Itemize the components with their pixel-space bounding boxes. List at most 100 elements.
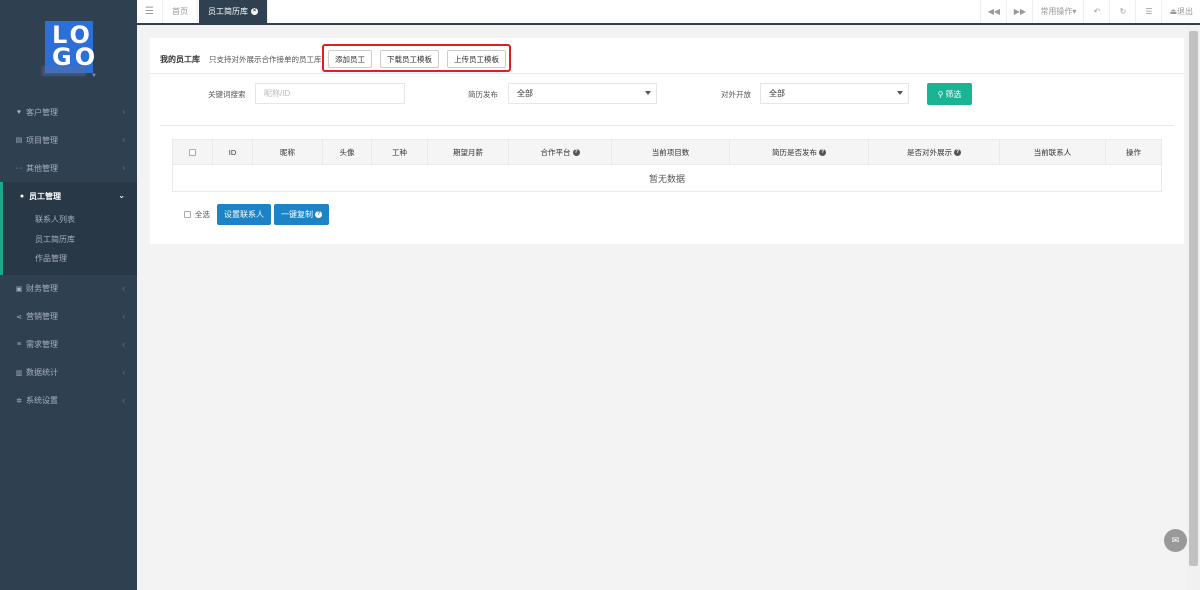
heart-icon: ♥ — [16, 108, 22, 116]
top-bar-actions: ◀◀ ▶▶ 常用操作▾ ↶ ↻ ☰ ⏏退出 — [980, 0, 1200, 23]
sidebar-subitem-resumes[interactable]: 员工简历库 — [3, 230, 137, 250]
select-all-label: 全选 — [195, 210, 210, 219]
chat-icon[interactable]: ✉ — [1164, 529, 1187, 552]
sidebar-group-staff: ● 员工管理 ⌄ 联系人列表 员工简历库 作品管理 — [0, 182, 137, 275]
sidebar-item-marketing[interactable]: ⋖ 营销管理 ‹ — [0, 303, 137, 331]
share-icon: ⋖ — [16, 313, 22, 321]
bar-chart-icon: ▥ — [15, 369, 23, 377]
gear-icon: ✲ — [16, 397, 22, 405]
bulk-actions: 全选 设置联系人 一键复制 ? — [184, 204, 329, 225]
column-header: 操作 — [1126, 148, 1141, 157]
checkbox[interactable] — [184, 211, 191, 218]
table-header: ID 昵称 头像 工种 期望月薪 合作平台? 当前项目数 简历是否发布? 是否对… — [173, 140, 1161, 165]
download-template-button[interactable]: 下载员工模板 — [380, 50, 439, 68]
scroll-tabs-left-button[interactable]: ◀◀ — [980, 0, 1006, 23]
content-panel: 我的员工库 只支持对外展示合作接单的员工库 添加员工 下载员工模板 上传员工模板… — [150, 38, 1184, 244]
fullscreen-button[interactable]: ☰ — [1135, 0, 1161, 23]
resume-publish-value: 全部 — [517, 89, 533, 98]
tab-label: 首页 — [172, 7, 188, 16]
column-header: ID — [213, 140, 253, 165]
tab-home[interactable]: 首页 — [163, 0, 198, 23]
caret-down-icon — [645, 91, 651, 95]
sidebar-item-label: 财务管理 — [26, 284, 58, 293]
sidebar-item-label: 其他管理 — [26, 163, 58, 173]
column-header-label: 是否对外展示 — [907, 148, 952, 157]
scroll-tabs-right-button[interactable]: ▶▶ — [1006, 0, 1032, 23]
column-header-label: 简历是否发布 — [772, 148, 817, 157]
help-icon[interactable]: ? — [819, 149, 826, 156]
logo-line-2: GO — [52, 43, 99, 71]
chevron-left-icon: ‹ — [122, 135, 125, 144]
sidebar-subitem-contacts[interactable]: 联系人列表 — [3, 210, 137, 230]
sidebar-item-label: 员工管理 — [29, 191, 61, 201]
help-icon: ? — [315, 211, 322, 218]
keyword-input[interactable]: 昵称/ID — [255, 83, 405, 104]
column-header-display: 是否对外展示? — [869, 140, 1000, 165]
briefcase-icon: ▤ — [15, 137, 23, 144]
caret-down-icon[interactable]: ▼ — [91, 73, 97, 79]
upload-template-button[interactable]: 上传员工模板 — [447, 50, 506, 68]
resume-publish-label: 简历发布 — [468, 90, 498, 99]
scrollbar-thumb[interactable] — [1189, 31, 1198, 566]
list-icon: ≡ — [16, 341, 22, 348]
sidebar-item-staff[interactable]: ● 员工管理 ⌄ — [3, 182, 137, 210]
sidebar-item-label: 需求管理 — [26, 340, 58, 349]
filter-button-label: 筛选 — [945, 89, 962, 99]
empty-state: 暂无数据 — [648, 173, 685, 184]
sidebar-item-customers[interactable]: ♥ 客户管理 ‹ — [0, 98, 137, 126]
column-header: 当前项目数 — [612, 140, 730, 165]
help-icon[interactable]: ? — [954, 149, 961, 156]
copy-all-button[interactable]: 一键复制 ? — [274, 204, 329, 225]
divider — [160, 125, 1174, 126]
open-display-select[interactable]: 全部 — [760, 83, 909, 104]
column-header: 期望月薪 — [428, 140, 509, 165]
sidebar-subitem-works[interactable]: 作品管理 — [3, 249, 137, 269]
sidebar-item-statistics[interactable]: ▥ 数据统计 ‹ — [0, 359, 137, 387]
set-contact-button[interactable]: 设置联系人 — [217, 204, 271, 225]
tab-resume-library[interactable]: 员工简历库 × — [199, 0, 268, 23]
undo-button[interactable]: ↶ — [1083, 0, 1109, 23]
panel-toolbar: 我的员工库 只支持对外展示合作接单的员工库 添加员工 下载员工模板 上传员工模板 — [150, 38, 1184, 74]
header-select-all[interactable] — [173, 140, 213, 165]
column-header-platform: 合作平台? — [509, 140, 612, 165]
resume-publish-select[interactable]: 全部 — [508, 83, 657, 104]
sidebar-item-other[interactable]: ··· 其他管理 ‹ — [0, 154, 137, 182]
sidebar-item-demands[interactable]: ≡ 需求管理 ‹ — [0, 331, 137, 359]
chevron-down-icon: ⌄ — [118, 191, 125, 200]
chevron-left-icon: ‹ — [122, 395, 125, 405]
chevron-left-icon: ‹ — [122, 163, 125, 172]
chevron-left-icon: ‹ — [122, 107, 125, 116]
logout-button[interactable]: ⏏退出 — [1161, 0, 1200, 23]
page-note: 只支持对外展示合作接单的员工库 — [209, 55, 322, 64]
common-ops-dropdown[interactable]: 常用操作▾ — [1032, 0, 1083, 23]
close-icon[interactable]: × — [251, 8, 258, 15]
sidebar-item-projects[interactable]: ▤ 项目管理 ‹ — [0, 126, 137, 154]
sidebar-item-finance[interactable]: ▣ 财务管理 ‹ — [0, 275, 137, 303]
chevron-left-icon: ‹ — [122, 339, 125, 349]
users-icon: ● — [19, 192, 25, 200]
column-header: 头像 — [323, 140, 372, 165]
menu-toggle-icon[interactable]: ☰ — [137, 0, 163, 23]
chevron-left-icon: ‹ — [122, 367, 125, 377]
chevron-left-icon: ‹ — [122, 311, 125, 321]
column-header: 昵称 — [253, 140, 323, 165]
column-header: 工种 — [372, 140, 428, 165]
open-display-label: 对外开放 — [721, 90, 751, 99]
copy-all-label: 一键复制 — [281, 210, 313, 219]
money-icon: ▣ — [15, 285, 23, 293]
sidebar: LO GO ▼ ♥ 客户管理 ‹ ▤ 项目管理 ‹ ··· 其他管理 ‹ ● 员… — [0, 0, 137, 590]
filter-button[interactable]: ⚲ 筛选 — [927, 83, 972, 105]
checkbox[interactable] — [189, 149, 196, 156]
help-icon[interactable]: ? — [572, 149, 580, 156]
refresh-button[interactable]: ↻ — [1109, 0, 1135, 23]
sidebar-item-settings[interactable]: ✲ 系统设置 ‹ — [0, 387, 137, 415]
sidebar-item-label: 营销管理 — [26, 312, 58, 321]
open-display-value: 全部 — [769, 89, 785, 98]
column-header-published: 简历是否发布? — [730, 140, 869, 165]
add-employee-button[interactable]: 添加员工 — [328, 50, 372, 68]
select-all-checkbox[interactable]: 全选 — [184, 209, 210, 220]
sidebar-item-label: 数据统计 — [26, 368, 58, 377]
logo-area: LO GO ▼ — [0, 0, 137, 98]
logo-blurred-text — [42, 66, 86, 76]
caret-down-icon — [897, 91, 903, 95]
